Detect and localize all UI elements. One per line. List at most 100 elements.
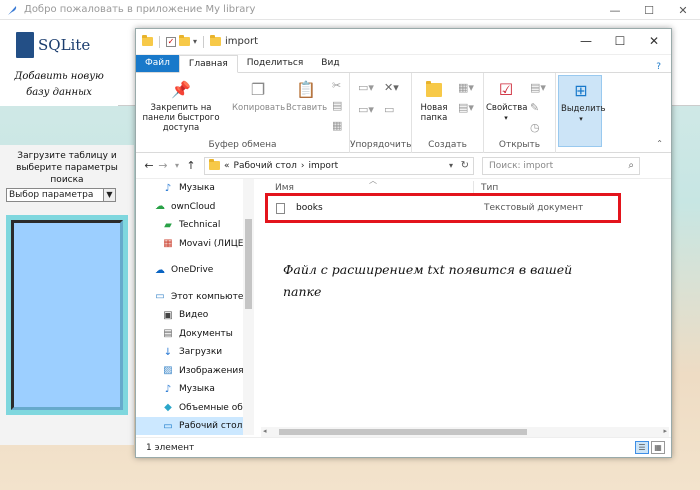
recent-dropdown-icon[interactable]: ▾ [170, 161, 184, 170]
nav-scrollbar-thumb[interactable] [245, 219, 252, 309]
nav-item-music[interactable]: ♪ Музыка [136, 179, 253, 198]
clipboard-group-label: Буфер обмена [208, 140, 277, 150]
horizontal-scrollbar-thumb[interactable] [279, 429, 527, 435]
nav-item-movavi[interactable]: ▦ Movavi (ЛИЦЕН [136, 235, 253, 254]
tab-file[interactable]: Файл [136, 55, 179, 72]
delete-icon[interactable]: ✕▾ [384, 81, 399, 94]
3d-objects-icon: ◆ [164, 402, 172, 414]
breadcrumb-desktop[interactable]: Рабочий стол [234, 161, 297, 171]
cut-icon[interactable]: ✂ [332, 79, 341, 92]
open-group: ☑ Свойства ▾ ▤▾ ✎ ◷ Открыть [484, 73, 556, 153]
nav-item-label: Документы [179, 328, 233, 339]
column-type-header[interactable]: Тип [481, 183, 498, 193]
copy-path-icon[interactable]: ▤ [332, 99, 342, 112]
maximize-button[interactable]: ☐ [632, 0, 666, 20]
easy-access-icon[interactable]: ▤▾ [458, 101, 474, 114]
nav-scrollbar[interactable] [243, 179, 254, 435]
help-icon[interactable]: ? [646, 62, 671, 72]
copy-to-icon[interactable]: ▭▾ [358, 103, 374, 116]
folder-icon [209, 159, 220, 170]
create-group: Новая папка ▦▾ ▤▾ Создать [412, 73, 484, 153]
breadcrumb-import[interactable]: import [308, 161, 338, 171]
results-area[interactable] [11, 220, 123, 410]
close-button[interactable]: ✕ [666, 0, 700, 20]
organize-group: ▭▾ ✕▾ ▭▾ ▭ Упорядочить [350, 73, 412, 153]
column-name-header[interactable]: Имя [275, 183, 294, 193]
logo-text: SQLite [38, 36, 91, 54]
new-item-icon[interactable]: ▦▾ [458, 81, 474, 94]
desktop-icon: ▭ [163, 420, 173, 432]
paste-button[interactable]: 📋 Вставить [286, 79, 327, 114]
new-folder-button[interactable]: Новая папка [416, 79, 452, 123]
nav-item-label: Рабочий стол [179, 421, 243, 432]
nav-item-label: Изображения [179, 365, 244, 376]
tab-view[interactable]: Вид [312, 55, 348, 72]
nav-item-onedrive[interactable]: ☁ OneDrive [136, 261, 253, 280]
nav-item-downloads[interactable]: ↓ Загрузки [136, 343, 253, 362]
nav-item-music-2[interactable]: ♪ Музыка [136, 380, 253, 399]
horizontal-scrollbar[interactable]: ◂ ▸ [261, 427, 669, 437]
nav-item-video[interactable]: ▣ Видео [136, 306, 253, 325]
scroll-left-icon[interactable]: ◂ [263, 427, 267, 435]
explorer-titlebar: ✓ ▾ import — ☐ ✕ [136, 29, 671, 55]
sqlite-logo-icon [16, 32, 34, 58]
nav-item-technical[interactable]: ▰ Technical [136, 216, 253, 235]
owncloud-icon: ☁ [155, 201, 165, 213]
details-view-icon[interactable]: ☰ [635, 441, 649, 454]
rename-icon[interactable]: ▭ [384, 103, 394, 116]
nav-item-owncloud[interactable]: ☁ ownCloud [136, 198, 253, 217]
large-icons-view-icon[interactable]: ▦ [651, 441, 665, 454]
breadcrumb-separator[interactable]: › [301, 161, 305, 171]
properties-quick-icon[interactable]: ✓ [166, 36, 176, 47]
status-bar: 1 элемент ☰ ▦ [136, 437, 671, 457]
app-titlebar: Добро пожаловать в приложение My library… [0, 0, 700, 20]
nav-item-images[interactable]: ▨ Изображения [136, 362, 253, 381]
history-icon[interactable]: ◷ [530, 121, 540, 134]
nav-item-desktop[interactable]: ▭ Рабочий стол [136, 417, 253, 435]
feather-icon [8, 5, 17, 15]
new-folder-icon [423, 79, 445, 101]
explorer-window: ✓ ▾ import — ☐ ✕ Файл Главная Поделиться… [135, 28, 672, 458]
new-folder-quick-icon[interactable] [179, 35, 190, 46]
customize-arrow-icon[interactable]: ▾ [193, 37, 197, 46]
up-arrow-icon[interactable]: ↑ [184, 159, 198, 172]
address-dropdown-icon[interactable]: ▾ [449, 161, 453, 170]
pin-button[interactable]: 📌 Закрепить на панели быстрого доступа [140, 79, 222, 134]
forward-arrow-icon[interactable]: → [156, 159, 170, 172]
nav-item-this-pc[interactable]: ▭ Этот компьютер [136, 288, 253, 307]
file-name: books [296, 203, 323, 213]
minimize-button[interactable]: — [598, 0, 632, 20]
explorer-close-button[interactable]: ✕ [637, 29, 671, 53]
param-select-value: Выбор параметра [9, 190, 94, 200]
explorer-minimize-button[interactable]: — [569, 29, 603, 53]
scroll-right-icon[interactable]: ▸ [663, 427, 667, 435]
explorer-maximize-button[interactable]: ☐ [603, 29, 637, 53]
open-icon[interactable]: ▤▾ [530, 81, 546, 94]
nav-item-3d-objects[interactable]: ◆ Объемные объ [136, 399, 253, 418]
param-select[interactable]: Выбор параметра ▼ [6, 188, 116, 202]
search-placeholder: Поиск: import [489, 160, 554, 171]
search-icon: ⌕ [628, 160, 634, 171]
properties-label: Свойства [486, 103, 528, 113]
add-database-button[interactable]: SQLite Добавить новую базу данных [0, 20, 118, 106]
app-title: Добро пожаловать в приложение My library [24, 4, 256, 15]
nav-item-documents[interactable]: ▤ Документы [136, 325, 253, 344]
move-to-icon[interactable]: ▭▾ [358, 81, 374, 94]
file-row-books[interactable]: books Текстовый документ [265, 193, 621, 223]
music-icon: ♪ [164, 182, 172, 194]
edit-icon[interactable]: ✎ [530, 101, 539, 114]
chevron-down-icon[interactable]: ▼ [103, 189, 115, 201]
tab-home[interactable]: Главная [178, 55, 238, 73]
search-input[interactable]: Поиск: import ⌕ [482, 156, 640, 175]
refresh-icon[interactable]: ↻ [461, 160, 469, 171]
address-bar[interactable]: « Рабочий стол › import ▾ ↻ [204, 156, 474, 175]
properties-button[interactable]: ☑ Свойства ▾ [486, 79, 528, 123]
explorer-title: import [225, 36, 259, 47]
copy-button[interactable]: ❐ Копировать [232, 79, 285, 114]
select-button[interactable]: ⊞ Выделить ▾ [558, 75, 606, 147]
collapse-ribbon-icon[interactable]: ⌃ [656, 139, 663, 148]
tab-share[interactable]: Поделиться [238, 55, 313, 72]
back-arrow-icon[interactable]: ← [142, 159, 156, 172]
address-prefix[interactable]: « [224, 161, 230, 171]
paste-shortcut-icon[interactable]: ▦ [332, 119, 342, 132]
